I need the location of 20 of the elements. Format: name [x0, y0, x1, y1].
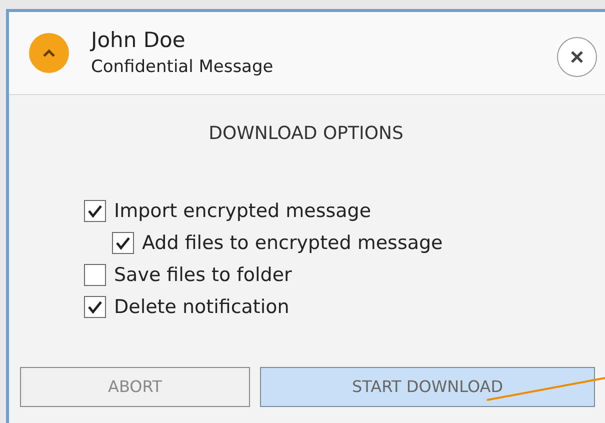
- close-icon: [569, 49, 585, 65]
- option-label: Delete notification: [114, 294, 290, 320]
- section-title: DOWNLOAD OPTIONS: [208, 122, 404, 146]
- dialog-button[interactable]: ABORT: [20, 367, 250, 407]
- checkbox[interactable]: [84, 200, 106, 222]
- collapse-button[interactable]: [29, 33, 69, 73]
- checkbox[interactable]: [112, 232, 134, 254]
- dialog-button[interactable]: START DOWNLOAD: [260, 367, 595, 407]
- close-button[interactable]: [557, 37, 597, 77]
- option-label: Add files to encrypted message: [142, 230, 443, 256]
- check-icon: [87, 204, 103, 218]
- option-label: Save files to folder: [114, 262, 292, 288]
- message-subtitle: Confidential Message: [91, 56, 274, 79]
- option-label: Import encrypted message: [114, 198, 372, 224]
- checkbox[interactable]: [84, 264, 106, 286]
- checkbox[interactable]: [84, 296, 106, 318]
- check-icon: [115, 236, 131, 250]
- sender-name: John Doe: [91, 27, 186, 54]
- check-icon: [87, 300, 103, 314]
- chevron-up-icon: [42, 48, 56, 58]
